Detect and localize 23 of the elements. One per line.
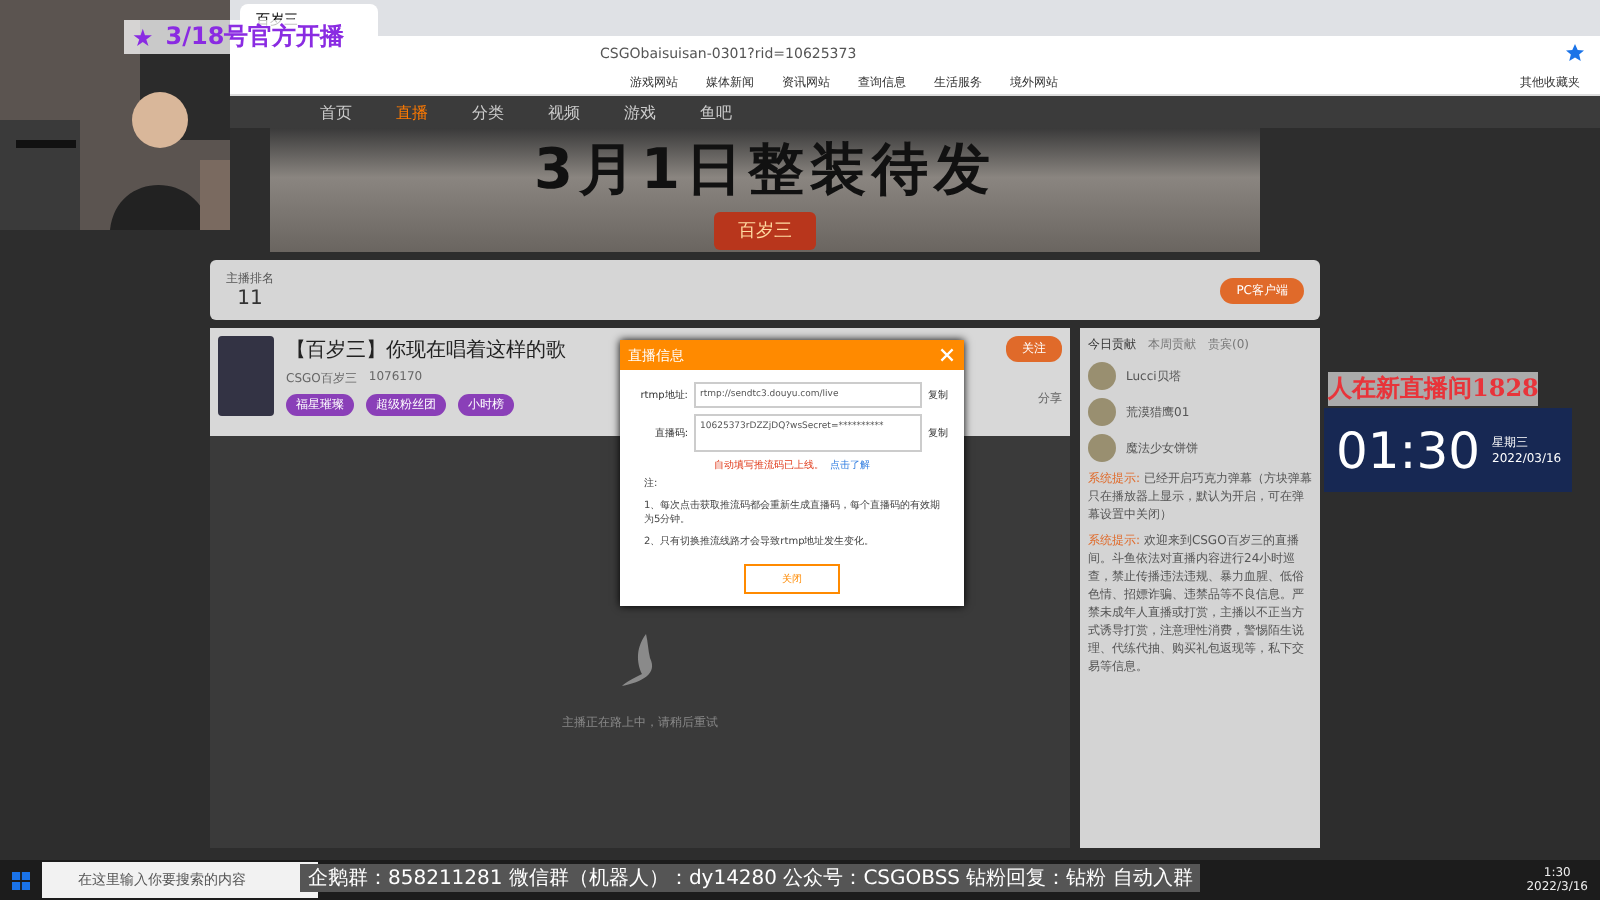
fan-avatar-icon — [1088, 434, 1116, 462]
nav-item[interactable]: 视频 — [548, 101, 580, 123]
nav-item[interactable]: 直播 — [396, 101, 428, 123]
clock-time: 01:30 — [1336, 421, 1481, 479]
room-title: 【百岁三】你现在唱着这样的歌 — [286, 337, 566, 364]
close-icon[interactable] — [938, 346, 956, 364]
fan-avatar-icon — [1088, 362, 1116, 390]
nav-item[interactable]: 分类 — [472, 101, 504, 123]
nav-item[interactable]: 游戏 — [624, 101, 656, 123]
banner-badge: 百岁三 — [714, 211, 816, 249]
banner-headline: 3月1日整装待发 — [534, 133, 996, 205]
star-icon: ★ — [132, 23, 154, 51]
nav-item[interactable]: 鱼吧 — [700, 101, 732, 123]
ticker-text: 企鹅群：858211281 微信群（机器人）：dy14280 公众号：CSGOBSS 钻粉回复：钻粉 自动入群 — [300, 864, 1201, 892]
rank-number: 11 — [237, 288, 263, 310]
fin-logo-icon — [622, 633, 658, 685]
star-icon[interactable] — [1566, 44, 1584, 62]
stream-notice: 3/18号官方开播 — [165, 22, 345, 54]
avatar-icon — [218, 336, 274, 416]
nav-item[interactable]: 首页 — [320, 101, 352, 123]
fan-avatar-icon — [1088, 398, 1116, 426]
windows-icon[interactable] — [12, 871, 30, 889]
room-notice: 人在新直播间1828 — [1328, 372, 1539, 406]
